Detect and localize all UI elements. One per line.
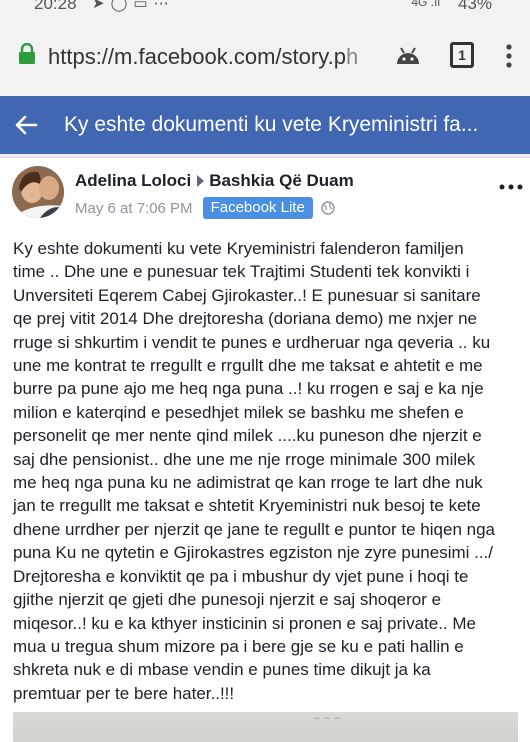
overflow-menu-icon[interactable]: [506, 44, 512, 68]
author-name[interactable]: Adelina Loloci: [75, 171, 191, 190]
notification-icons: ➤◯▭⋯: [92, 0, 175, 12]
post-author-line: Adelina Loloci Bashkia Që Duam: [75, 171, 354, 191]
photo-detail: ~ ~ ~: [313, 714, 342, 724]
page-title: Ky eshte dokumenti ku vete Kryeministri …: [64, 113, 479, 136]
post-meta: May 6 at 7:06 PM Facebook Lite: [75, 196, 335, 220]
browser-toolbar: https://m.facebook.com/story.ph 1: [0, 14, 530, 96]
message-icon: ▭: [133, 0, 154, 12]
privacy-globe-icon: [321, 201, 335, 215]
address-bar[interactable]: https://m.facebook.com/story.ph: [48, 44, 380, 70]
post-timestamp[interactable]: May 6 at 7:06 PM: [75, 200, 193, 217]
status-bar: 20:28 ➤◯▭⋯ 4G .ıl 43%: [0, 0, 530, 14]
lock-icon: [19, 43, 35, 64]
battery-level: 43%: [457, 0, 492, 13]
whatsapp-icon: ◯: [110, 0, 134, 12]
more-dots-icon: ⋯: [153, 0, 175, 12]
back-arrow-icon[interactable]: [14, 113, 38, 137]
url-text: https://m.facebook.com/story.p: [48, 44, 346, 69]
post-card: Adelina Loloci Bashkia Që Duam May 6 at 7…: [0, 157, 530, 742]
url-faded-text: h: [345, 44, 359, 69]
post-text: Ky eshte dokumenti ku vete Kryeministri …: [13, 239, 495, 703]
status-time: 20:28: [34, 0, 77, 13]
story-header: Ky eshte dokumenti ku vete Kryeministri …: [0, 96, 530, 154]
android-icon[interactable]: [395, 44, 421, 66]
signal-icon: 4G .ıl: [411, 0, 440, 9]
group-name[interactable]: Bashkia Që Duam: [209, 171, 354, 190]
avatar-photo: [12, 166, 64, 218]
navigation-icon: ➤: [92, 0, 111, 12]
avatar[interactable]: [12, 166, 64, 218]
post-options-icon[interactable]: [499, 184, 523, 190]
tab-switcher-button[interactable]: 1: [450, 42, 474, 68]
post-photo[interactable]: ~ ~ ~: [13, 712, 518, 742]
shared-to-arrow-icon: [197, 175, 205, 188]
facebook-lite-badge: Facebook Lite: [202, 197, 313, 219]
